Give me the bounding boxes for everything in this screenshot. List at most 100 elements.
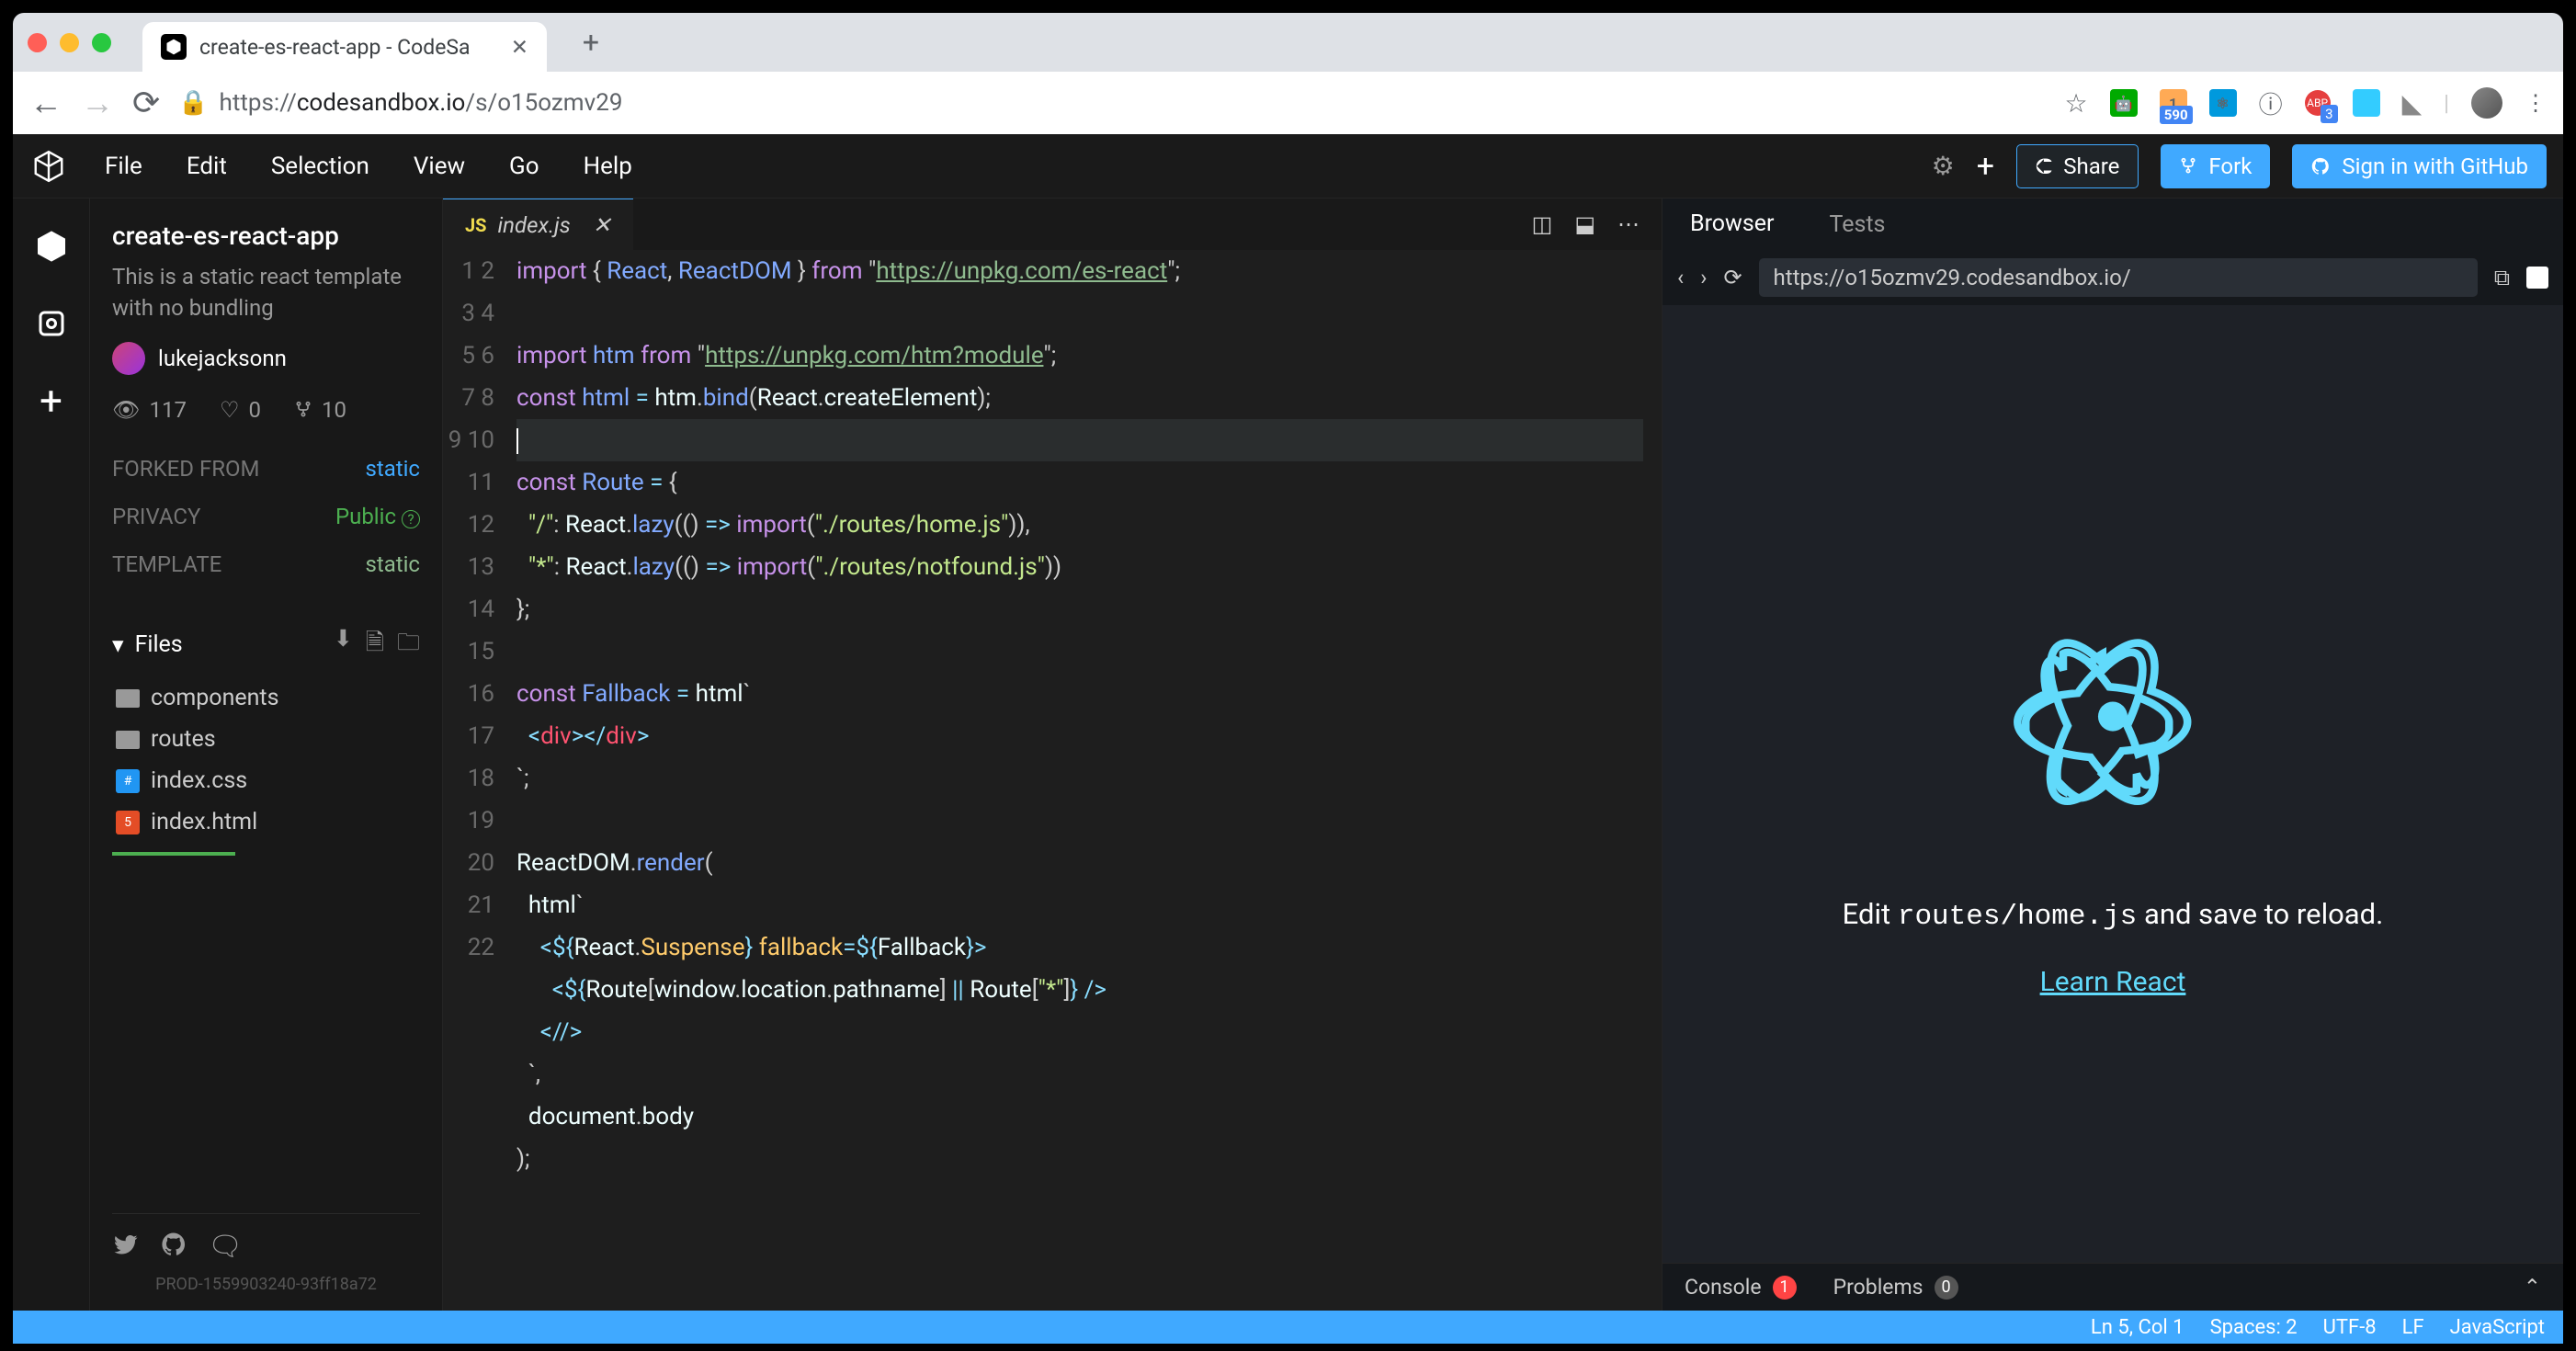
address-bar[interactable]: 🔒 https://codesandbox.io/s/o15ozmv29 [178,89,2046,117]
reload-button[interactable]: ⟳ [132,84,160,122]
spectrum-icon[interactable]: 🗨 [208,1231,243,1266]
editor-tab[interactable]: JS index.js ✕ [443,199,633,250]
new-folder-icon[interactable]: 🗀 [397,625,420,664]
html-file-icon: 5 [116,811,140,834]
project-description: This is a static react template with no … [112,262,420,324]
split-horizontal-icon[interactable]: ⬓ [1574,211,1595,237]
folder-item[interactable]: routes [112,719,420,760]
settings-gear-icon[interactable] [31,303,72,344]
author-avatar [112,342,145,375]
fork-icon [294,401,312,419]
privacy-label: PRIVACY [112,504,200,529]
menu-view[interactable]: View [414,153,465,180]
cursor-position[interactable]: Ln 5, Col 1 [2091,1316,2184,1339]
tab-browser[interactable]: Browser [1662,199,1801,250]
download-icon[interactable]: ⬇ [334,625,353,664]
help-icon[interactable]: ? [402,510,420,528]
folder-item[interactable]: components [112,677,420,719]
preview-tabs: Browser Tests [1662,199,2563,250]
fork-button[interactable]: Fork [2161,144,2270,188]
browser-tab-strip: create-es-react-app - CodeSa ✕ + [13,13,2563,72]
share-button[interactable]: ⮈ Share [2016,144,2139,188]
stat-likes[interactable]: ♡0 [220,397,261,423]
maximize-window[interactable] [92,33,111,52]
split-vertical-icon[interactable]: ◫ [1532,211,1553,237]
copy-icon[interactable]: ⧉ [2494,265,2510,290]
encoding[interactable]: UTF-8 [2323,1316,2377,1339]
folder-icon [116,689,140,708]
indentation[interactable]: Spaces: 2 [2210,1316,2298,1339]
close-window[interactable] [28,33,47,52]
forward-icon[interactable]: › [1700,265,1707,290]
project-title: create-es-react-app [112,221,420,251]
reload-icon[interactable]: ⟳ [1723,265,1742,290]
status-bar: Ln 5, Col 1 Spaces: 2 UTF-8 LF JavaScrip… [13,1311,2563,1344]
browser-menu-icon[interactable]: ⋮ [2525,90,2547,116]
back-button[interactable]: ← [29,84,62,122]
heart-icon: ♡ [220,397,240,423]
tab-tests[interactable]: Tests [1801,199,1912,250]
files-section-header[interactable]: ▾ Files ⬇ 🗎 🗀 [112,625,420,664]
project-stats: 👁117 ♡0 10 [112,397,420,423]
lock-icon: 🔒 [178,89,208,117]
info-icon[interactable]: ⓘ [2259,86,2283,120]
settings-icon[interactable]: ⚙ [1932,151,1955,181]
file-item[interactable]: 5index.html [112,801,420,843]
menu-selection[interactable]: Selection [271,153,369,180]
preview-url-input[interactable]: https://o15ozmv29.codesandbox.io/ [1759,258,2478,297]
github-signin-button[interactable]: Sign in with GitHub [2292,144,2547,188]
close-tab-icon[interactable]: ✕ [511,35,528,60]
add-icon[interactable]: + [1977,148,1994,185]
sidebar: create-es-react-app This is a static rea… [90,199,443,1311]
forked-from-value[interactable]: static [365,456,420,482]
language-mode[interactable]: JavaScript [2450,1316,2545,1339]
menu-file[interactable]: File [105,153,142,180]
chevron-up-icon[interactable]: ⌃ [2524,1275,2541,1300]
eol[interactable]: LF [2402,1316,2424,1339]
codesandbox-logo[interactable] [29,147,68,186]
js-icon: JS [465,214,487,236]
extension-icon[interactable]: 1590 [2160,89,2187,117]
menu-edit[interactable]: Edit [187,153,227,180]
extension-icon[interactable]: 🤖 [2110,89,2138,117]
profile-avatar[interactable] [2471,87,2502,119]
line-numbers: 1 2 3 4 5 6 7 8 9 10 11 12 13 14 15 16 1… [443,250,516,1311]
more-icon[interactable]: ⋯ [1617,211,1640,237]
bookmark-icon[interactable]: ☆ [2064,88,2087,119]
console-tab[interactable]: Console 1 [1685,1275,1797,1300]
author-link[interactable]: lukejacksonn [112,342,420,375]
selection-indicator [112,852,235,856]
twitter-icon[interactable] [112,1231,140,1266]
minimize-window[interactable] [60,33,79,52]
add-icon[interactable]: + [31,380,72,421]
menu-help[interactable]: Help [584,153,632,180]
browser-tab[interactable]: create-es-react-app - CodeSa ✕ [142,22,547,72]
tab-title: create-es-react-app - CodeSa [199,35,471,60]
adblock-icon[interactable]: ABP3 [2305,90,2331,116]
github-icon [2310,156,2331,176]
extension-icon[interactable]: ◣ [2402,88,2423,119]
extension-icon[interactable] [2353,89,2380,117]
code-editor[interactable]: 1 2 3 4 5 6 7 8 9 10 11 12 13 14 15 16 1… [443,250,1662,1311]
template-value[interactable]: static [365,551,420,577]
github-icon[interactable] [160,1231,187,1266]
menu-go[interactable]: Go [509,153,539,180]
privacy-value: Public ? [335,504,420,529]
problems-tab[interactable]: Problems 0 [1833,1275,1958,1300]
new-tab-button[interactable]: + [578,29,604,55]
favicon [161,34,187,60]
new-file-icon[interactable]: 🗎 [366,625,384,664]
chevron-down-icon: ▾ [112,631,124,659]
extension-icon[interactable]: ⚛ [2209,89,2237,117]
forward-button[interactable]: → [81,84,114,122]
learn-react-link[interactable]: Learn React [2040,966,2186,998]
preview-pane: Browser Tests ‹ › ⟳ https://o15ozmv29.co… [1662,199,2563,1311]
back-icon[interactable]: ‹ [1677,265,1684,290]
browser-actions: ☆ 🤖 1590 ⚛ ⓘ ABP3 ◣ | ⋮ [2064,86,2547,120]
explorer-icon[interactable] [31,226,72,267]
console-bar: Console 1 Problems 0 ⌃ [1662,1263,2563,1311]
close-tab-icon[interactable]: ✕ [593,212,611,238]
file-item[interactable]: #index.css [112,760,420,801]
open-external-icon[interactable] [2526,267,2548,289]
code-content[interactable]: import { React, ReactDOM } from "https:/… [516,250,1662,1311]
